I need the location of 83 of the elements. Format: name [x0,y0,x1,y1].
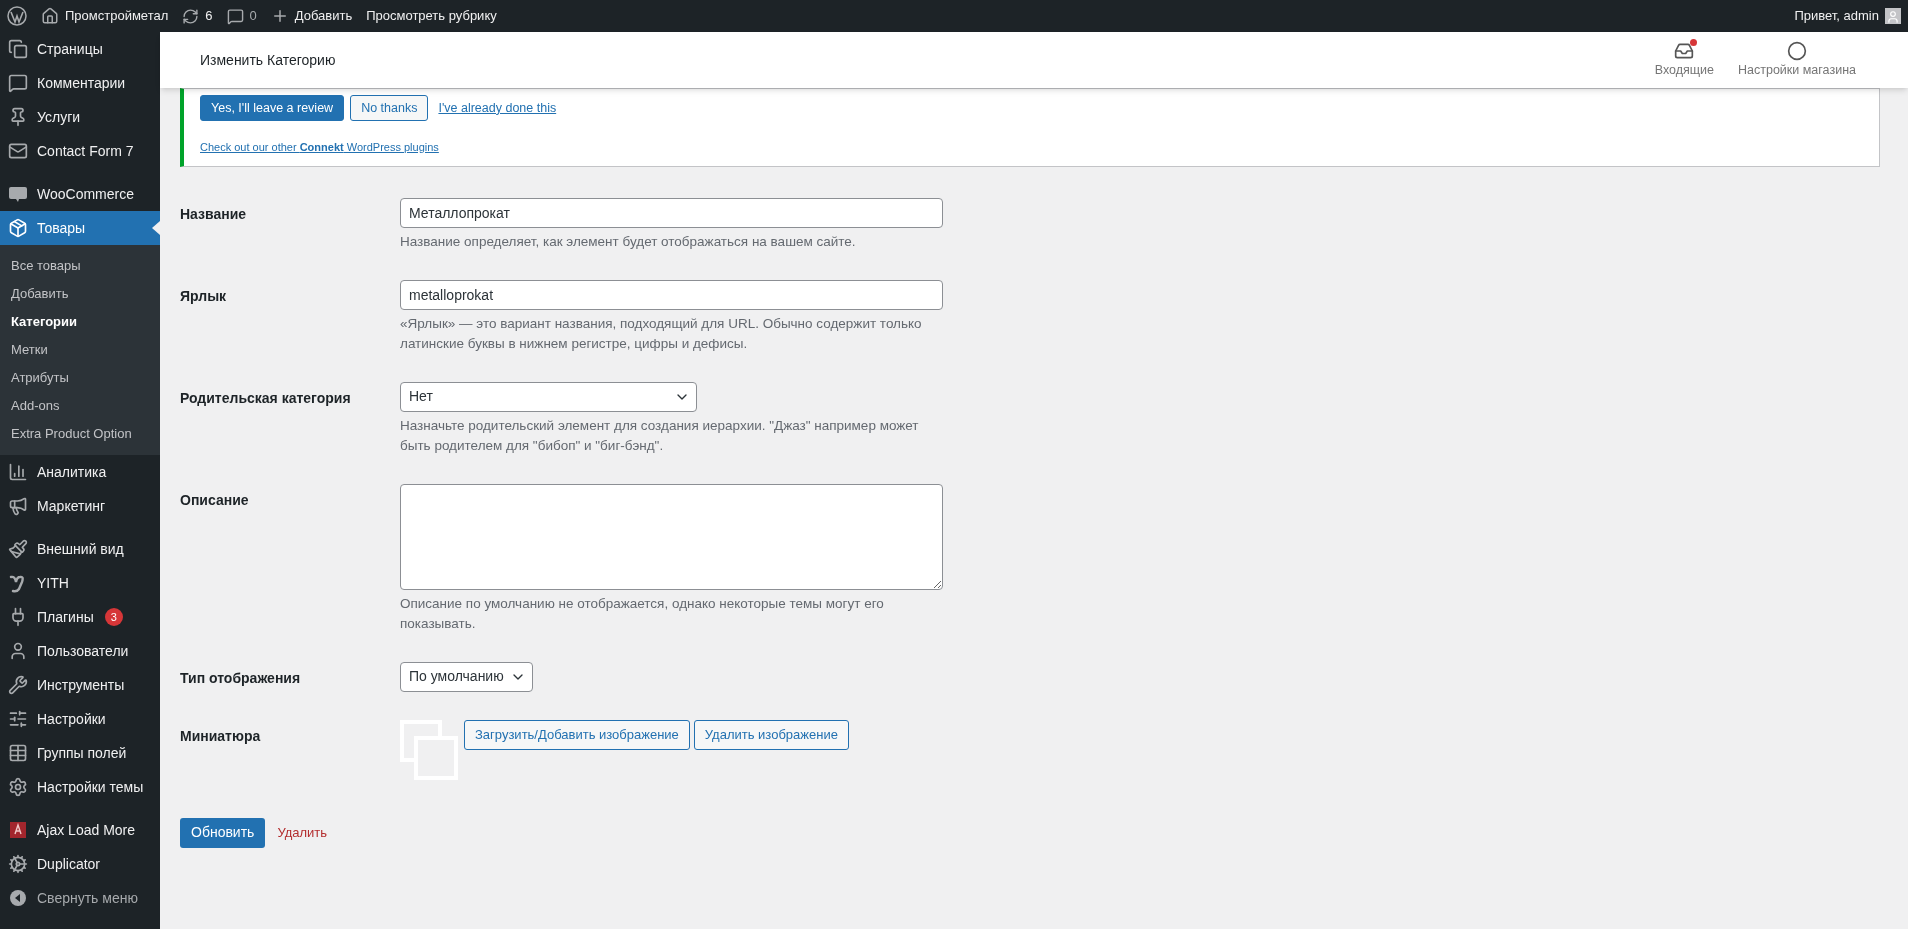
field-description: Назначьте родительский элемент для создания иерархии. "Джаз" например может быть родителем для "бибоп" и "биг-бэнд". [400,416,920,455]
sidebar-item[interactable]: Комментарии [0,66,160,100]
submenu-item[interactable]: Все товары [0,252,160,280]
delete-link[interactable]: Удалить [277,822,328,843]
wordpress-logo-icon[interactable] [7,6,27,26]
paintbrush-icon [8,539,28,559]
envelope-icon [8,141,28,161]
sidebar-item[interactable]: Ajax Load More [0,813,160,847]
sidebar-item[interactable]: YITH [0,566,160,600]
select-field[interactable]: По умолчанию [400,661,533,692]
home-icon [41,7,59,25]
updates-link[interactable]: 6 [182,6,213,26]
collapse-icon [8,888,28,908]
sliders-icon [8,709,28,729]
speech-bubble-icon [8,184,28,204]
image-button[interactable]: Загрузить/Добавить изображение [464,719,690,750]
count-badge: 3 [104,608,123,626]
add-new-link[interactable]: Добавить [270,6,353,26]
sidebar-item[interactable]: Товары [0,211,160,245]
select-field[interactable]: Нет [400,381,697,412]
field-description: «Ярлык» — это вариант названия, подходящий для URL. Обычно содержит только латинские буквы в нижнем регистре, цифры и дефисы. [400,314,923,353]
text-field[interactable]: metalloprokat [400,279,943,310]
field-description: Описание по умолчанию не отображается, однако некоторые темы могут его показывать. [400,594,885,633]
sidebar-item[interactable]: Свернуть меню [0,881,160,915]
field-description: Название определяет, как элемент будет отображаться на вашем сайте. [400,232,857,251]
sidebar-item[interactable]: Маркетинг [0,489,160,523]
bar-chart-icon [8,462,28,482]
current-pointer-icon [152,221,160,235]
update-button[interactable]: Обновить [180,817,266,848]
wrench-icon [8,675,28,695]
submenu-item[interactable]: Категории [0,308,160,336]
submenu-item[interactable]: Метки [0,336,160,364]
image-button[interactable]: Удалить изображение [693,719,849,750]
megaphone-icon [8,496,28,516]
field-label: Описание [180,490,250,510]
settings-icon [8,777,28,797]
comments-link[interactable]: 0 [226,6,257,26]
page-title: Изменить Категорию [200,50,336,70]
sidebar-item[interactable]: Настройки темы [0,770,160,804]
sidebar-item[interactable]: Инструменты [0,668,160,702]
comment-icon [226,7,244,25]
field-label: Ярлык [180,286,228,306]
sidebar-item[interactable]: Duplicator [0,847,160,881]
sidebar-item[interactable]: Настройки [0,702,160,736]
submenu-item[interactable]: Extra Product Option [0,420,160,448]
description-field[interactable] [400,483,943,590]
table-icon [8,743,28,763]
site-name-link[interactable]: Промстройметал [41,6,169,26]
field-label: Название [180,204,248,224]
sidebar-item[interactable]: Страницы [0,32,160,66]
user-icon [8,641,28,661]
plugins-link[interactable]: Check out our other Connekt WordPress plugins [200,141,439,153]
box-icon [8,218,28,238]
view-category-link[interactable]: Просмотреть рубрику [366,6,497,26]
pushpin-icon [8,107,28,127]
pages-icon [8,39,28,59]
submenu-item[interactable]: Атрибуты [0,364,160,392]
sidebar-item[interactable]: Внешний вид [0,532,160,566]
dismiss-link[interactable]: I've already done this [434,98,561,118]
header-action[interactable]: Входящие [1642,40,1726,80]
letter-a-icon [8,820,28,840]
comment-icon [8,73,28,93]
field-label: Миниатюра [180,726,262,746]
submenu-item[interactable]: Add-ons [0,392,160,420]
header-action[interactable]: Настройки магазина [1726,40,1868,80]
refresh-icon [182,7,200,25]
sidebar-item[interactable]: Плагины 3 [0,600,160,634]
field-label: Родительская категория [180,388,352,408]
notice-button[interactable]: No thanks [350,95,429,121]
sidebar-item[interactable]: Услуги [0,100,160,134]
text-field[interactable]: Металлопрокат [400,197,943,228]
submenu-item[interactable]: Добавить [0,280,160,308]
sidebar-item[interactable]: WooCommerce [0,177,160,211]
greeting-link[interactable]: Привет, admin [1794,6,1901,26]
sidebar-item[interactable]: Пользователи [0,634,160,668]
circle-icon [1787,40,1807,61]
cog-icon [8,854,28,874]
sidebar-item[interactable]: Contact Form 7 [0,134,160,168]
sidebar-item[interactable]: Группы полей [0,736,160,770]
sidebar-item[interactable]: Аналитика [0,455,160,489]
field-label: Тип отображения [180,668,302,688]
avatar-icon [1885,8,1901,24]
notice-button[interactable]: Yes, I'll leave a review [200,95,345,121]
